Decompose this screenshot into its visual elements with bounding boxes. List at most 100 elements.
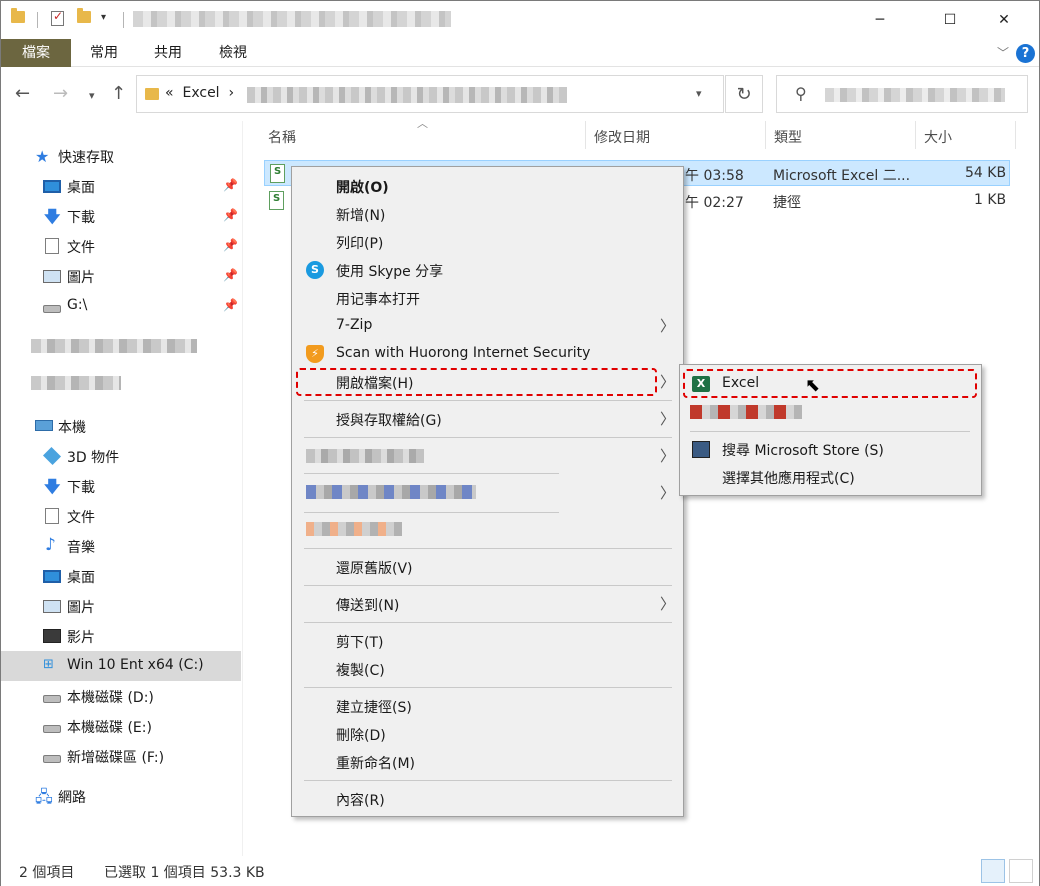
breadcrumb: « Excel › <box>165 85 234 101</box>
tab-share[interactable]: 共用 <box>143 39 193 67</box>
file-type: Microsoft Excel 二... <box>773 168 911 184</box>
menu-separator <box>304 400 672 401</box>
nav-drive-c[interactable]: ⊞ Win 10 Ent x64 (C:) <box>1 651 241 681</box>
breadcrumb-segment-excel[interactable]: Excel <box>182 85 219 101</box>
nav-pictures[interactable]: 圖片 <box>1 591 241 621</box>
selection-info: 已選取 1 個項目 53.3 KB <box>104 865 265 881</box>
menu-item-create-shortcut[interactable]: 建立捷徑(S) <box>336 697 412 717</box>
nav-videos[interactable]: 影片 <box>1 621 241 651</box>
tab-view[interactable]: 檢視 <box>208 39 258 67</box>
nav-music[interactable]: ♪ 音樂 <box>1 531 241 561</box>
menu-item-send-to[interactable]: 傳送到(N) <box>336 595 399 615</box>
nav-network[interactable]: 🖧 網路 <box>1 781 241 811</box>
menu-item-new[interactable]: 新增(N) <box>336 205 385 225</box>
up-arrow-icon[interactable]: ↑ <box>111 83 126 104</box>
chevron-down-icon[interactable]: ▾ <box>696 87 702 100</box>
pin-icon[interactable]: 📌 <box>223 208 238 222</box>
forward-arrow-icon[interactable]: → <box>53 83 68 104</box>
menu-item-notepad[interactable]: 用记事本打开 <box>336 289 420 309</box>
nav-qa-pictures[interactable]: 圖片 📌 <box>1 261 241 291</box>
pin-icon[interactable]: 📌 <box>223 238 238 252</box>
menu-item-grant-access[interactable]: 授與存取權給(G) <box>336 410 442 430</box>
menu-item-7zip[interactable]: 7-Zip <box>336 317 372 333</box>
nav-item-redacted[interactable] <box>31 339 197 353</box>
close-button[interactable]: ✕ <box>981 1 1027 39</box>
back-arrow-icon[interactable]: ← <box>15 83 30 104</box>
nav-item-redacted[interactable] <box>31 376 121 390</box>
search-icon: ⚲ <box>795 84 807 103</box>
file-modified: 午 03:58 <box>685 168 744 184</box>
refresh-button[interactable]: ↻ <box>725 75 763 113</box>
star-icon: ★ <box>35 147 50 166</box>
search-box[interactable]: ⚲ <box>776 75 1028 113</box>
nav-documents[interactable]: 文件 <box>1 501 241 531</box>
menu-item-print[interactable]: 列印(P) <box>336 233 383 253</box>
properties-icon[interactable] <box>51 9 64 26</box>
chevron-down-icon[interactable]: ▾ <box>101 12 106 23</box>
nav-label: 本機 <box>58 420 86 436</box>
nav-this-pc[interactable]: 本機 <box>1 411 241 441</box>
nav-quick-access[interactable]: ★ 快速存取 <box>1 141 241 171</box>
ribbon-tabs: 檔案 常用 共用 檢視 ﹀ ? <box>1 39 1039 67</box>
network-icon: 🖧 <box>35 787 53 806</box>
column-separator[interactable] <box>765 121 766 149</box>
column-separator[interactable] <box>1015 121 1016 149</box>
chevron-right-icon: 〉 <box>660 410 676 428</box>
column-separator[interactable] <box>585 121 586 149</box>
help-icon[interactable]: ? <box>1016 44 1035 63</box>
column-header-name[interactable]: 名稱 <box>268 127 296 147</box>
nav-desktop[interactable]: 桌面 <box>1 561 241 591</box>
menu-separator <box>304 687 672 688</box>
nav-qa-g-drive[interactable]: G:\ 📌 <box>1 291 241 321</box>
separator <box>37 12 38 28</box>
recent-locations-icon[interactable]: ▾ <box>89 89 95 102</box>
menu-item-rename[interactable]: 重新命名(M) <box>336 753 415 773</box>
address-bar[interactable]: « Excel › <box>136 75 724 113</box>
menu-item-copy[interactable]: 複製(C) <box>336 660 385 680</box>
pin-icon[interactable]: 📌 <box>223 298 238 312</box>
submenu-item-choose-app[interactable]: 選擇其他應用程式(C) <box>722 468 855 488</box>
menu-item-redacted[interactable] <box>306 449 424 463</box>
nav-drive-e[interactable]: 本機磁碟 (E:) <box>1 711 241 741</box>
menu-item-redacted[interactable] <box>306 485 476 499</box>
pin-icon[interactable]: 📌 <box>223 178 238 192</box>
tab-home[interactable]: 常用 <box>79 39 129 67</box>
chevron-down-icon[interactable]: ﹀ <box>997 44 1009 61</box>
column-header-type[interactable]: 類型 <box>774 127 802 147</box>
3d-objects-icon <box>42 446 62 466</box>
minimize-button[interactable]: ─ <box>857 1 903 39</box>
menu-item-huorong-scan[interactable]: Scan with Huorong Internet Security <box>336 345 590 361</box>
nav-downloads[interactable]: 🡇 下載 <box>1 471 241 501</box>
column-header-size[interactable]: 大小 <box>924 127 952 147</box>
menu-item-skype-share[interactable]: 使用 Skype 分享 <box>336 261 443 281</box>
nav-qa-downloads[interactable]: 🡇 下載 📌 <box>1 201 241 231</box>
details-view-button[interactable] <box>981 859 1005 883</box>
nav-qa-desktop[interactable]: 桌面 📌 <box>1 171 241 201</box>
menu-item-restore-versions[interactable]: 還原舊版(V) <box>336 558 413 578</box>
desktop-icon <box>43 570 61 583</box>
new-folder-icon[interactable] <box>77 8 91 23</box>
pin-icon[interactable]: 📌 <box>223 268 238 282</box>
menu-item-open[interactable]: 開啟(O) <box>336 177 389 197</box>
nav-qa-documents[interactable]: 文件 📌 <box>1 231 241 261</box>
tab-file[interactable]: 檔案 <box>1 39 71 67</box>
nav-drive-f[interactable]: 新增磁碟區 (F:) <box>1 741 241 771</box>
breadcrumb-overflow[interactable]: « <box>165 85 174 101</box>
column-header-modified[interactable]: 修改日期 <box>594 127 650 147</box>
large-icons-view-button[interactable] <box>1009 859 1033 883</box>
menu-item-delete[interactable]: 刪除(D) <box>336 725 386 745</box>
menu-item-properties[interactable]: 內容(R) <box>336 790 385 810</box>
item-count: 2 個項目 <box>19 865 75 881</box>
chevron-right-icon: 〉 <box>660 447 676 465</box>
submenu-item-redacted[interactable] <box>690 405 802 419</box>
nav-label: G:\ <box>67 297 88 313</box>
nav-3d-objects[interactable]: 3D 物件 <box>1 441 241 471</box>
submenu-item-search-store[interactable]: 搜尋 Microsoft Store (S) <box>722 440 884 460</box>
breadcrumb-redacted <box>247 87 567 103</box>
chevron-right-icon[interactable]: › <box>228 85 234 101</box>
menu-item-cut[interactable]: 剪下(T) <box>336 632 383 652</box>
column-separator[interactable] <box>915 121 916 149</box>
nav-drive-d[interactable]: 本機磁碟 (D:) <box>1 681 241 711</box>
menu-item-redacted[interactable] <box>306 522 402 536</box>
maximize-button[interactable]: ☐ <box>927 1 973 39</box>
